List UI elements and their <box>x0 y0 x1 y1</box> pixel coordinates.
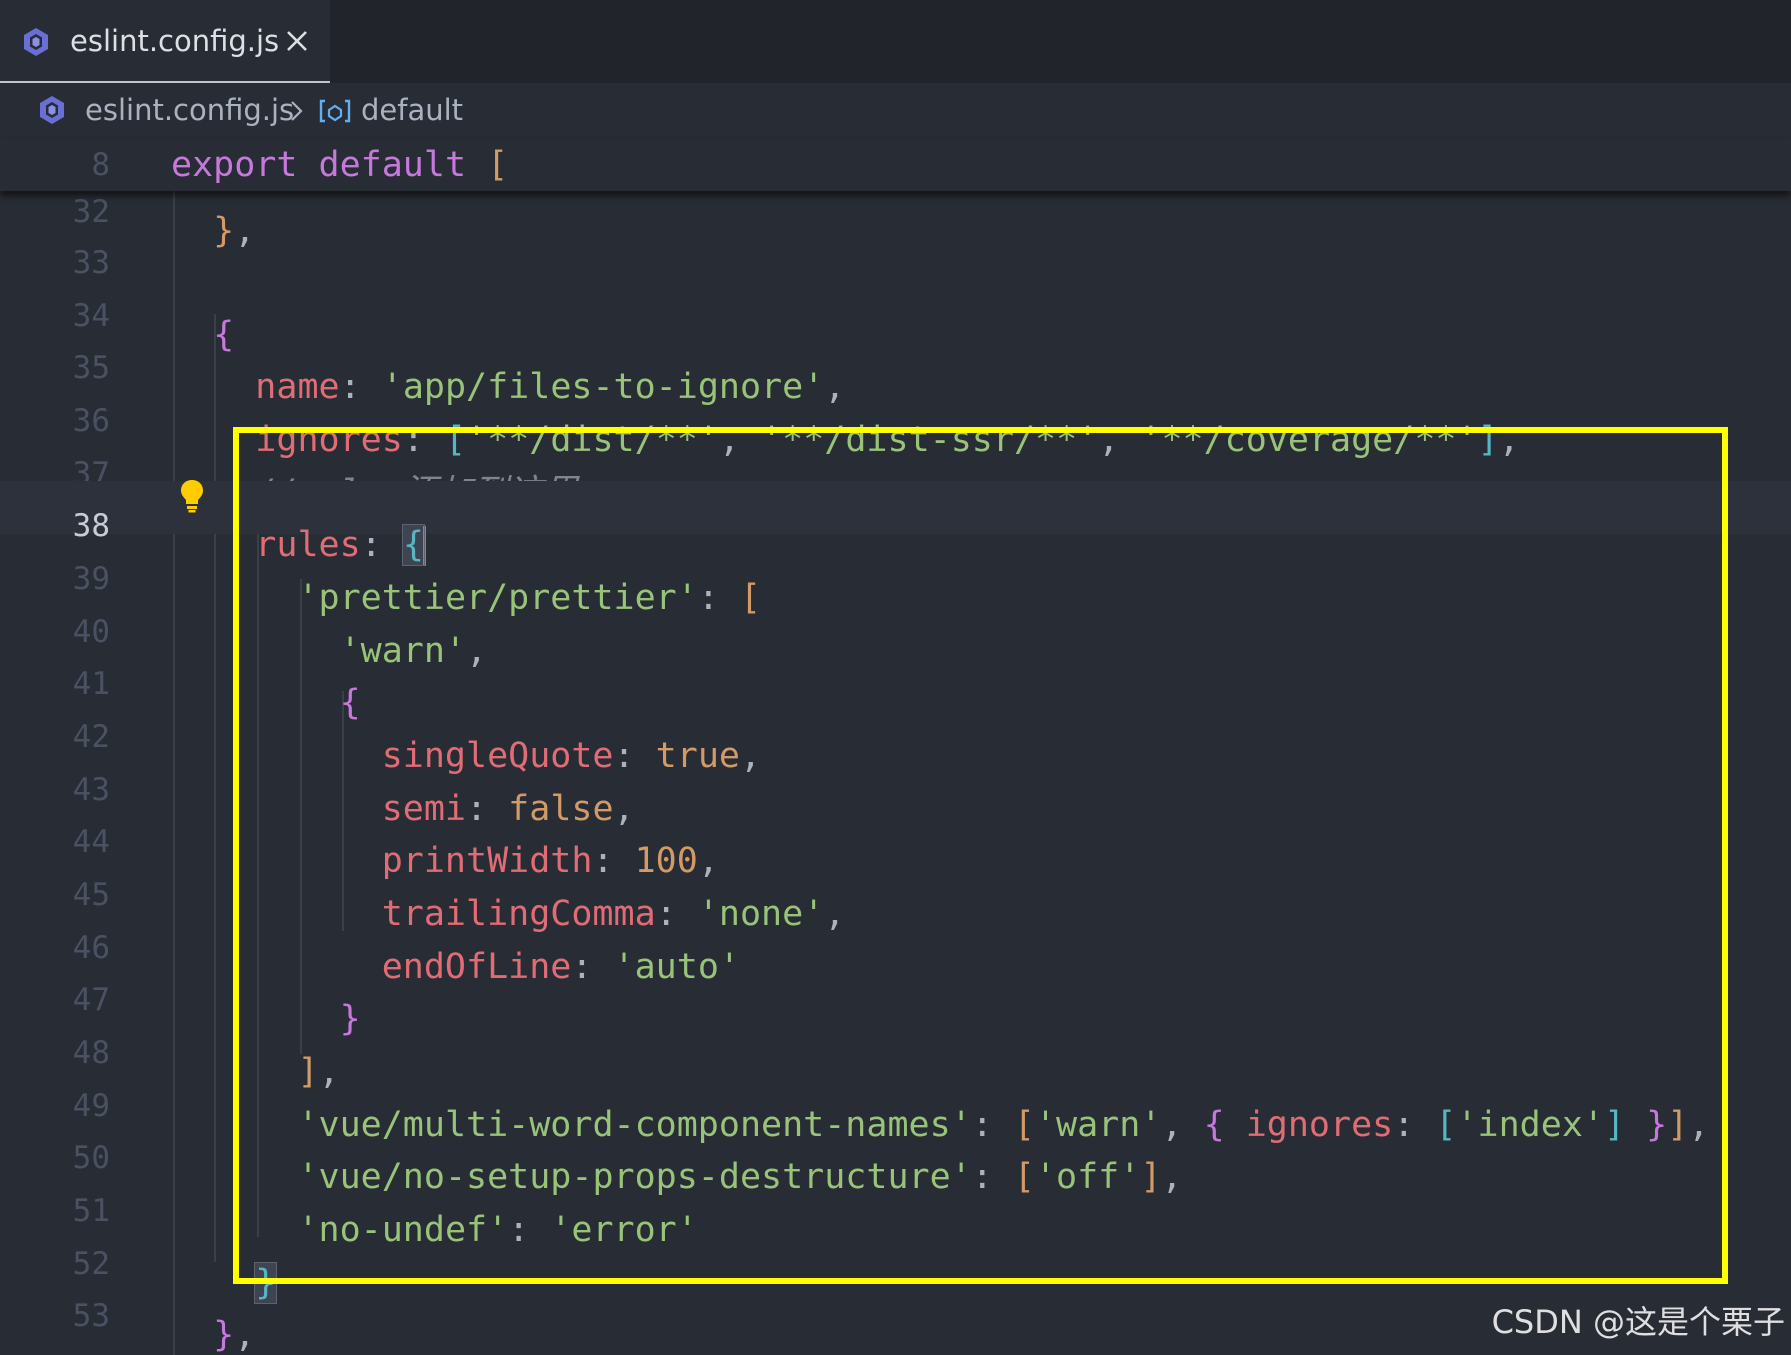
code-line[interactable]: 33 <box>0 218 1791 281</box>
code-line[interactable]: 35 name: 'app/files-to-ignore', <box>0 323 1791 407</box>
code-line[interactable]: 49 'vue/multi-word-component-names': ['w… <box>0 1061 1791 1145</box>
line-number: 8 <box>91 147 110 183</box>
close-icon[interactable] <box>284 28 310 54</box>
code-line[interactable]: 47 } <box>0 955 1791 1039</box>
editor-window: eslint.config.js eslint.config.js defaul… <box>0 0 1791 1355</box>
eslint-icon <box>24 28 48 56</box>
code-line[interactable]: 42 singleQuote: true, <box>0 692 1791 776</box>
watermark: CSDN @这是个栗子 <box>1491 1303 1785 1341</box>
chevron-right-icon <box>291 101 303 121</box>
breadcrumb-file[interactable]: eslint.config.js <box>85 93 294 127</box>
code-line[interactable]: 37 //rules添加到这里 <box>0 429 1791 513</box>
eslint-icon <box>40 96 64 124</box>
code-line-current[interactable]: 38 rules: { <box>0 481 1791 566</box>
code-line[interactable]: 44 printWidth: 100, <box>0 797 1791 881</box>
code-line[interactable]: 36 ignores: ['**/dist/**', '**/dist-ssr/… <box>0 376 1791 460</box>
sticky-scroll-line[interactable]: 8 export default [ <box>0 139 1791 191</box>
breadcrumb-symbol[interactable]: default <box>361 93 463 127</box>
breadcrumb: eslint.config.js default <box>0 83 1791 139</box>
tab-label: eslint.config.js <box>70 24 280 58</box>
code-line[interactable]: 52 } <box>0 1219 1791 1304</box>
variable-symbol-icon <box>319 99 351 123</box>
code-text: export default [ <box>171 145 509 185</box>
line-number: 54 <box>0 1343 110 1355</box>
lightbulb-icon[interactable] <box>178 478 206 514</box>
code-line[interactable]: 41 { <box>0 639 1791 723</box>
code-line[interactable]: 39 'prettier/prettier': [ <box>0 534 1791 618</box>
code-line[interactable]: 43 semi: false, <box>0 745 1791 829</box>
code-area[interactable]: 32 }, 33 34 { 35 name: 'app/files-to-ign… <box>0 191 1791 1355</box>
code-line[interactable]: 51 'no-undef': 'error' <box>0 1166 1791 1250</box>
code-line[interactable]: 40 'warn', <box>0 587 1791 671</box>
code-line[interactable]: 48 ], <box>0 1008 1791 1092</box>
code-line[interactable]: 46 endOfLine: 'auto' <box>0 903 1791 987</box>
code-line[interactable]: 50 'vue/no-setup-props-destructure': ['o… <box>0 1113 1791 1197</box>
code-line[interactable]: 45 trailingComma: 'none', <box>0 850 1791 934</box>
code-line[interactable]: 32 }, <box>0 191 1791 251</box>
tab-eslint-config[interactable]: eslint.config.js <box>0 0 330 83</box>
tab-bar: eslint.config.js <box>0 0 1791 83</box>
code-line[interactable]: 34 { <box>0 271 1791 355</box>
